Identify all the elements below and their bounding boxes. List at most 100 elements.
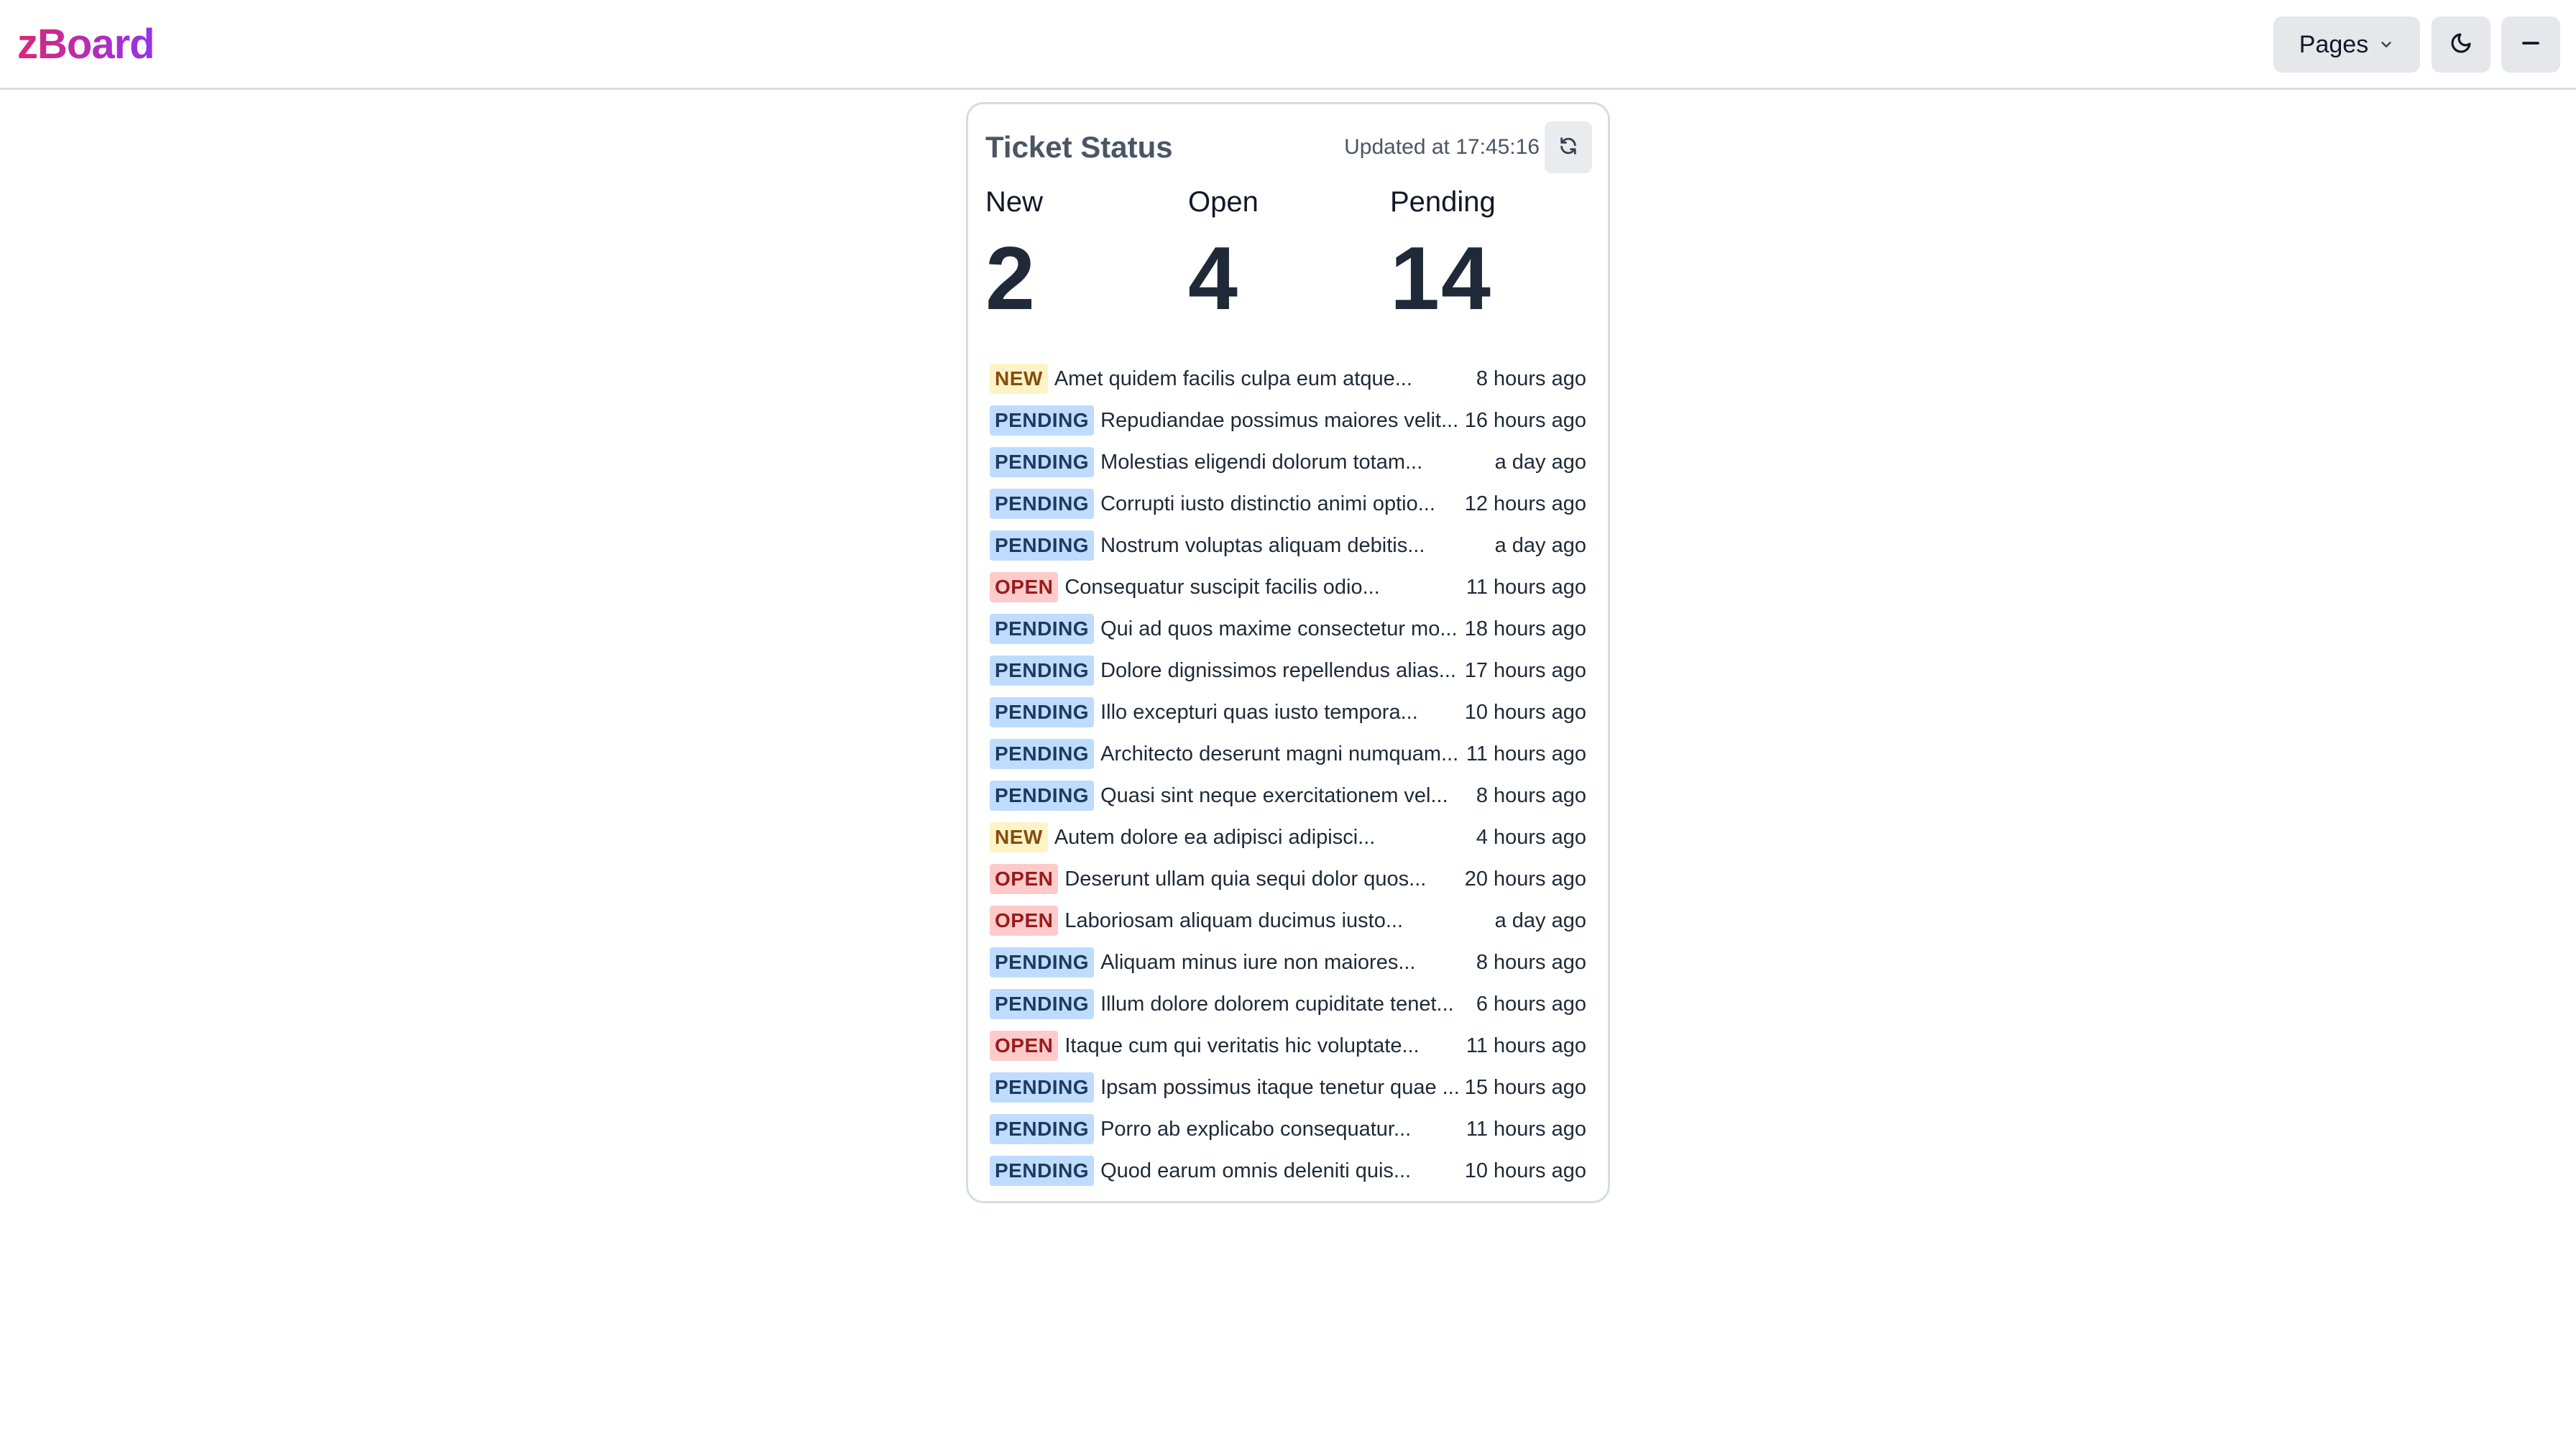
pages-dropdown-button[interactable]: Pages: [2273, 17, 2420, 73]
ticket-subject: Autem dolore ea adipisci adipisci...: [1054, 825, 1376, 849]
stat-open: Open 4: [1188, 182, 1375, 326]
status-badge: PENDING: [990, 530, 1095, 561]
status-badge: PENDING: [990, 739, 1095, 769]
ticket-time: a day ago: [1494, 908, 1586, 932]
status-badge: OPEN: [990, 864, 1059, 894]
ticket-subject: Deserunt ullam quia sequi dolor quos...: [1064, 867, 1427, 891]
card-title: Ticket Status: [985, 130, 1173, 164]
ticket-subject: Aliquam minus iure non maiores...: [1100, 950, 1416, 974]
ticket-time: 17 hours ago: [1464, 658, 1586, 682]
ticket-status-card: Ticket Status Updated at 17:45:16 New 2 …: [966, 102, 1610, 1203]
ticket-subject: Molestias eligendi dolorum totam...: [1100, 450, 1423, 474]
collapse-button[interactable]: [2501, 17, 2560, 73]
ticket-subject: Ipsam possimus itaque tenetur quae ...: [1100, 1075, 1460, 1099]
ticket-row[interactable]: PENDING Repudiandae possimus maiores veli…: [990, 400, 1586, 441]
ticket-time: 18 hours ago: [1464, 617, 1586, 640]
ticket-subject: Dolore dignissimos repellendus alias...: [1100, 658, 1456, 682]
ticket-row[interactable]: PENDING Quod earum omnis deleniti quis...…: [990, 1150, 1586, 1192]
stat-value: 14: [1390, 229, 1492, 328]
ticket-subject: Corrupti iusto distinctio animi optio...: [1100, 492, 1435, 515]
ticket-row[interactable]: NEW Amet quidem facilis culpa eum atque..…: [990, 358, 1586, 400]
ticket-row[interactable]: PENDING Dolore dignissimos repellendus al…: [990, 650, 1586, 691]
ticket-row[interactable]: PENDING Corrupti iusto distinctio animi o…: [990, 483, 1586, 525]
stat-pending: Pending 14: [1390, 182, 1577, 326]
ticket-time: 12 hours ago: [1464, 492, 1586, 515]
ticket-subject: Illo excepturi quas iusto tempora...: [1100, 700, 1418, 724]
status-badge: PENDING: [990, 447, 1095, 477]
ticket-row[interactable]: OPEN Laboriosam aliquam ducimus iusto... a…: [990, 900, 1586, 942]
app-logo[interactable]: zBoard: [17, 17, 155, 72]
ticket-row[interactable]: OPEN Deserunt ullam quia sequi dolor quos…: [990, 858, 1586, 900]
refresh-button[interactable]: [1545, 121, 1592, 173]
status-badge: PENDING: [990, 781, 1095, 811]
ticket-row[interactable]: OPEN Itaque cum qui veritatis hic volupta…: [990, 1025, 1586, 1067]
ticket-subject: Repudiandae possimus maiores velit...: [1100, 408, 1459, 432]
ticket-time: 6 hours ago: [1476, 992, 1586, 1016]
status-badge: PENDING: [990, 947, 1095, 978]
minus-icon: [2520, 32, 2542, 58]
ticket-row[interactable]: PENDING Quasi sint neque exercitationem v…: [990, 775, 1586, 816]
status-badge: PENDING: [990, 1156, 1095, 1186]
ticket-time: 4 hours ago: [1476, 825, 1586, 849]
stat-label: New: [985, 186, 1044, 218]
ticket-subject: Porro ab explicabo consequatur...: [1100, 1117, 1412, 1141]
status-badge: NEW: [990, 364, 1048, 394]
ticket-subject: Nostrum voluptas aliquam debitis...: [1100, 533, 1425, 557]
ticket-row[interactable]: PENDING Porro ab explicabo consequatur...…: [990, 1108, 1586, 1150]
pages-button-label: Pages: [2299, 30, 2369, 58]
ticket-time: a day ago: [1494, 450, 1586, 474]
stat-label: Pending: [1390, 186, 1496, 218]
updated-timestamp: Updated at 17:45:16: [1344, 135, 1540, 159]
ticket-time: 11 hours ago: [1466, 742, 1586, 765]
stat-label: Open: [1188, 186, 1259, 218]
ticket-list: NEW Amet quidem facilis culpa eum atque..…: [990, 358, 1586, 1192]
refresh-icon: [1558, 136, 1578, 160]
ticket-subject: Quod earum omnis deleniti quis...: [1100, 1159, 1412, 1182]
ticket-row[interactable]: PENDING Qui ad quos maxime consectetur mo…: [990, 608, 1586, 650]
theme-toggle-button[interactable]: [2432, 17, 2490, 73]
ticket-subject: Itaque cum qui veritatis hic voluptate..…: [1064, 1034, 1420, 1057]
moon-icon: [2450, 32, 2472, 58]
status-badge: PENDING: [990, 405, 1095, 436]
status-badge: PENDING: [990, 1072, 1095, 1103]
stat-new: New 2: [985, 182, 1172, 326]
ticket-subject: Qui ad quos maxime consectetur mo...: [1100, 617, 1458, 640]
ticket-subject: Consequatur suscipit facilis odio...: [1064, 575, 1380, 599]
ticket-row[interactable]: PENDING Ipsam possimus itaque tenetur qua…: [990, 1067, 1586, 1108]
ticket-row[interactable]: PENDING Aliquam minus iure non maiores...…: [990, 942, 1586, 983]
status-badge: PENDING: [990, 697, 1095, 727]
ticket-time: 16 hours ago: [1464, 408, 1586, 432]
ticket-time: 8 hours ago: [1476, 367, 1586, 390]
ticket-row[interactable]: PENDING Illo excepturi quas iusto tempora…: [990, 691, 1586, 733]
ticket-subject: Quasi sint neque exercitationem vel...: [1100, 783, 1448, 807]
ticket-time: 10 hours ago: [1464, 700, 1586, 724]
ticket-time: 10 hours ago: [1464, 1159, 1586, 1182]
ticket-row[interactable]: PENDING Molestias eligendi dolorum totam.…: [990, 441, 1586, 483]
status-badge: NEW: [990, 822, 1048, 852]
ticket-subject: Architecto deserunt magni numquam...: [1100, 742, 1459, 765]
status-badge: PENDING: [990, 989, 1095, 1019]
ticket-time: 11 hours ago: [1466, 575, 1586, 599]
ticket-row[interactable]: NEW Autem dolore ea adipisci adipisci... 4…: [990, 816, 1586, 858]
top-bar: zBoard Pages: [0, 0, 2576, 90]
ticket-time: 20 hours ago: [1464, 867, 1586, 891]
chevron-down-icon: [2378, 31, 2394, 59]
ticket-row[interactable]: PENDING Illum dolore dolorem cupiditate t…: [990, 983, 1586, 1025]
ticket-time: 11 hours ago: [1466, 1117, 1586, 1141]
status-badge: OPEN: [990, 572, 1059, 602]
ticket-time: a day ago: [1494, 533, 1586, 557]
status-badge: OPEN: [990, 906, 1059, 936]
status-badge: OPEN: [990, 1031, 1059, 1061]
ticket-subject: Illum dolore dolorem cupiditate tenet...: [1100, 992, 1454, 1016]
ticket-subject: Laboriosam aliquam ducimus iusto...: [1064, 908, 1404, 932]
ticket-time: 8 hours ago: [1476, 783, 1586, 807]
ticket-time: 15 hours ago: [1464, 1075, 1586, 1099]
stat-value: 4: [1188, 229, 1239, 328]
stat-value: 2: [985, 229, 1036, 328]
ticket-row[interactable]: PENDING Nostrum voluptas aliquam debitis.…: [990, 525, 1586, 566]
status-badge: PENDING: [990, 489, 1095, 519]
ticket-subject: Amet quidem facilis culpa eum atque...: [1054, 367, 1412, 390]
ticket-row[interactable]: OPEN Consequatur suscipit facilis odio...…: [990, 566, 1586, 608]
status-badge: PENDING: [990, 656, 1095, 686]
ticket-row[interactable]: PENDING Architecto deserunt magni numquam…: [990, 733, 1586, 775]
